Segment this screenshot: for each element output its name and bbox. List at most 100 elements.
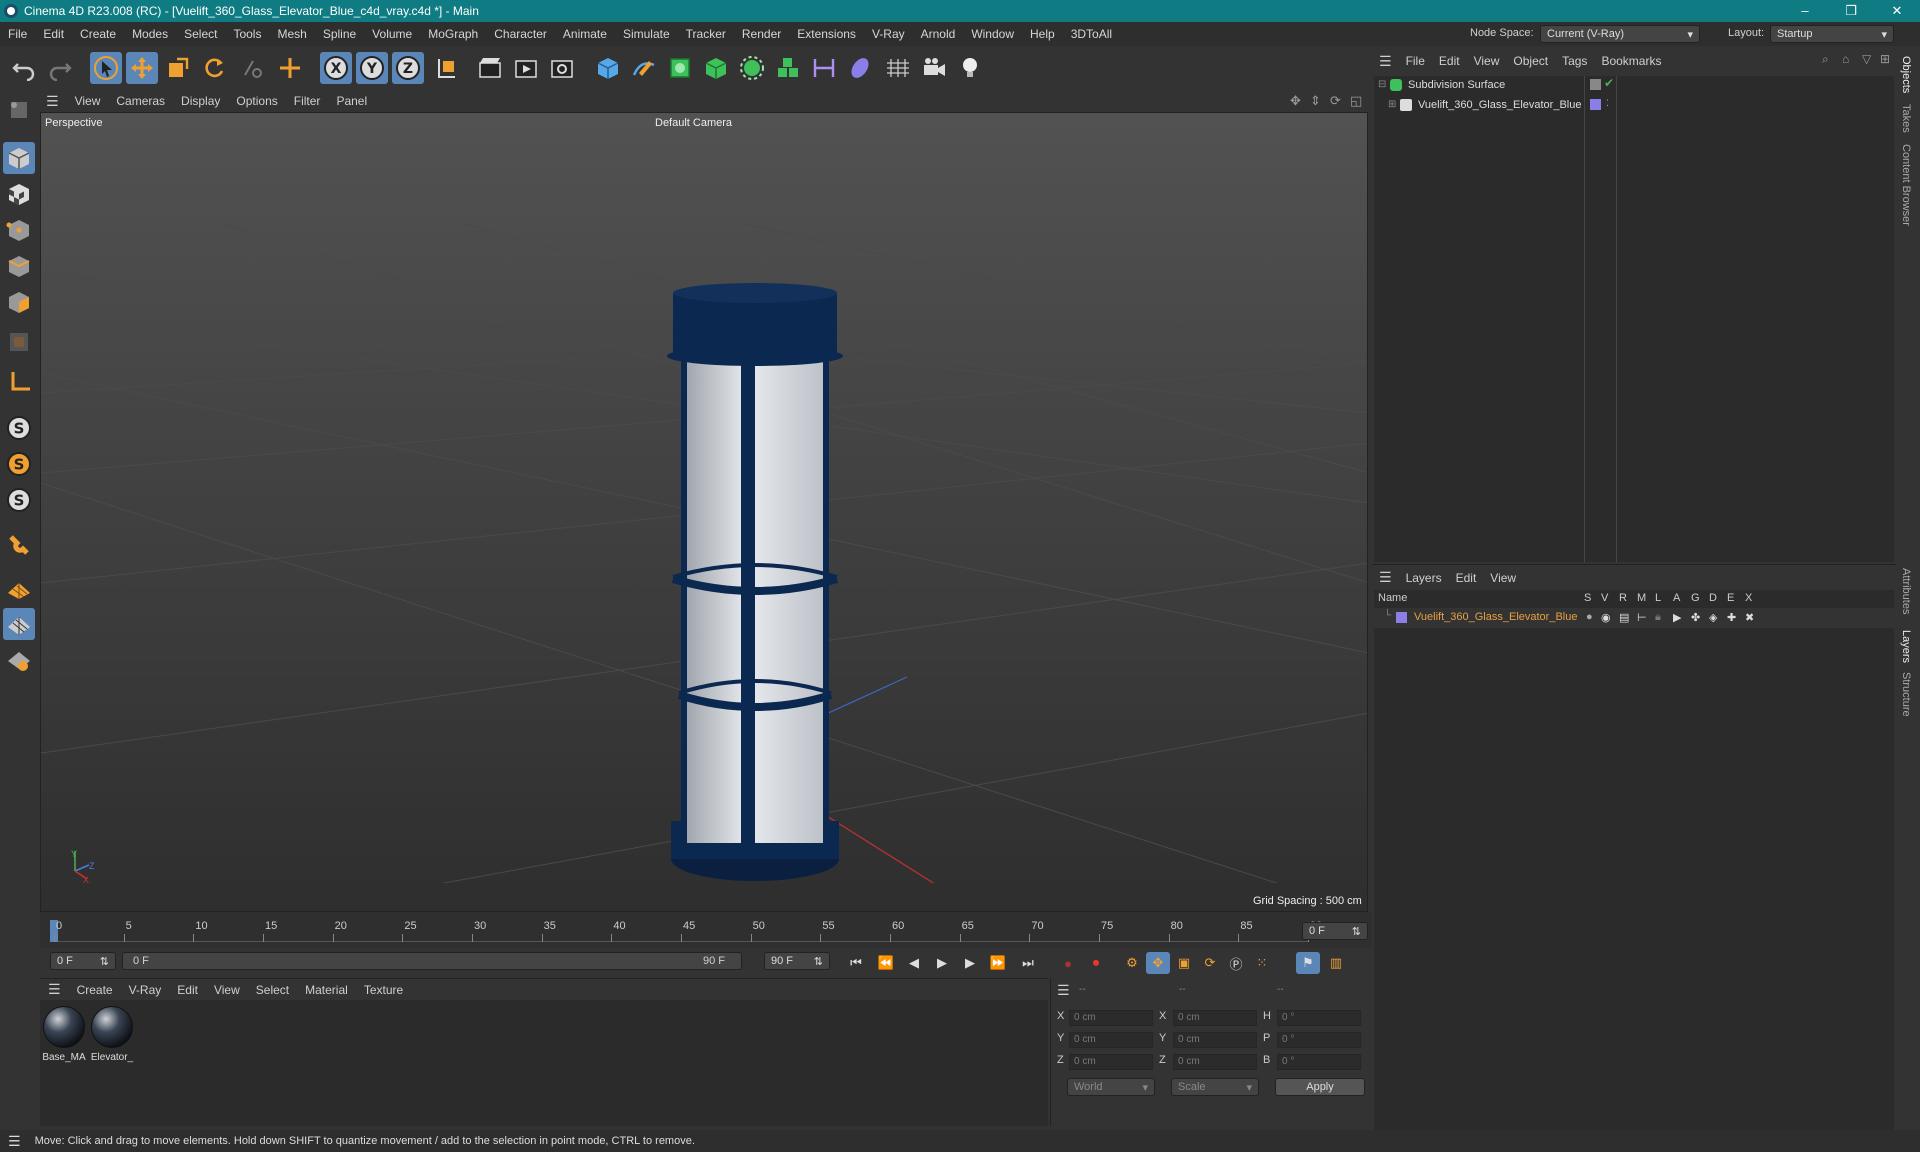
toggle-layout-icon[interactable]: ◱ bbox=[1350, 93, 1362, 109]
undo-button[interactable] bbox=[8, 52, 40, 84]
start-frame-field[interactable]: 0 F ⇅ bbox=[50, 952, 116, 970]
position-y-field[interactable]: 0 cm bbox=[1069, 1032, 1153, 1048]
home-icon[interactable]: ⌂ bbox=[1842, 52, 1849, 66]
viewport-menu-display[interactable]: Display bbox=[173, 94, 228, 108]
coord-mode-dropdown[interactable]: World ▾ bbox=[1067, 1078, 1155, 1096]
search-icon[interactable]: ⌕ bbox=[1822, 52, 1829, 67]
cloner-button[interactable] bbox=[736, 52, 768, 84]
menu-window[interactable]: Window bbox=[963, 27, 1022, 41]
layer-menu-view[interactable]: View bbox=[1483, 571, 1523, 585]
menu-character[interactable]: Character bbox=[486, 27, 555, 41]
menu-tools[interactable]: Tools bbox=[225, 27, 269, 41]
end-frame-field[interactable]: 90 F ⇅ bbox=[764, 952, 830, 970]
size-x-field[interactable]: 0 cm bbox=[1173, 1010, 1257, 1026]
floor-button[interactable] bbox=[882, 52, 914, 84]
points-mode-button[interactable] bbox=[3, 214, 35, 246]
model-mode-button[interactable] bbox=[3, 142, 35, 174]
expand-icon[interactable]: ⊞ bbox=[1388, 99, 1396, 110]
subdivision-surface-button[interactable] bbox=[664, 52, 696, 84]
timeline-window-button[interactable]: ⚑ bbox=[1296, 952, 1320, 974]
menu-select[interactable]: Select bbox=[176, 27, 225, 41]
manager-tree-icon[interactable]: ⊢ bbox=[1637, 611, 1647, 624]
rotation-b-field[interactable]: 0 ° bbox=[1277, 1054, 1361, 1070]
generator-icon[interactable]: ✤ bbox=[1691, 611, 1700, 624]
size-y-field[interactable]: 0 cm bbox=[1173, 1032, 1257, 1048]
key-pla-button[interactable]: ⁙ bbox=[1250, 952, 1274, 974]
live-selection-button[interactable] bbox=[90, 52, 122, 84]
menu-arnold[interactable]: Arnold bbox=[913, 27, 964, 41]
material-menu-vray[interactable]: V-Ray bbox=[121, 983, 170, 997]
extrude-button[interactable] bbox=[700, 52, 732, 84]
size-z-field[interactable]: 0 cm bbox=[1173, 1054, 1257, 1070]
position-x-field[interactable]: 0 cm bbox=[1069, 1010, 1153, 1026]
mograph-button[interactable] bbox=[772, 52, 804, 84]
render-view-button[interactable] bbox=[474, 52, 506, 84]
make-editable-button[interactable] bbox=[3, 94, 35, 126]
apply-button[interactable]: Apply bbox=[1275, 1078, 1365, 1096]
position-z-field[interactable]: 0 cm bbox=[1069, 1054, 1153, 1070]
3d-viewport[interactable]: Perspective Default Camera Grid Spacing … bbox=[40, 112, 1368, 912]
scale-tool-button[interactable] bbox=[162, 52, 194, 84]
material-menu-material[interactable]: Material bbox=[297, 983, 356, 997]
axis-mode-button[interactable] bbox=[3, 366, 35, 398]
frame-range-slider[interactable]: 0 F 90 F bbox=[122, 952, 742, 970]
key-position-button[interactable]: ✥ bbox=[1146, 952, 1170, 974]
view-eye-icon[interactable]: ◉ bbox=[1601, 611, 1611, 624]
material-swatch[interactable]: Elevator_ bbox=[90, 1006, 134, 1063]
key-scale-button[interactable]: ▣ bbox=[1172, 952, 1196, 974]
play-button[interactable]: ▶ bbox=[930, 952, 954, 974]
rotate-tool-button[interactable] bbox=[198, 52, 230, 84]
menu-3dtoall[interactable]: 3DToAll bbox=[1063, 27, 1120, 41]
object-menu-file[interactable]: File bbox=[1399, 54, 1432, 68]
record-keys-button[interactable]: ● bbox=[1056, 952, 1080, 974]
material-menu-select[interactable]: Select bbox=[248, 983, 297, 997]
timeline-ruler[interactable]: 051015202530354045505560657075808590 0 F… bbox=[40, 912, 1372, 952]
object-menu-edit[interactable]: Edit bbox=[1432, 54, 1467, 68]
cube-primitive-button[interactable] bbox=[592, 52, 624, 84]
viewport-menu-panel[interactable]: Panel bbox=[328, 94, 375, 108]
filter-icon[interactable]: ▽ bbox=[1862, 52, 1871, 66]
tab-structure[interactable]: Structure bbox=[1900, 672, 1912, 717]
collapse-icon[interactable]: ⊟ bbox=[1378, 79, 1386, 90]
menu-vray[interactable]: V-Ray bbox=[864, 27, 913, 41]
material-menu-texture[interactable]: Texture bbox=[356, 983, 411, 997]
snap-button[interactable]: S bbox=[3, 412, 35, 444]
object-menu-view[interactable]: View bbox=[1467, 54, 1507, 68]
menu-animate[interactable]: Animate bbox=[555, 27, 615, 41]
tab-attributes[interactable]: Attributes bbox=[1900, 568, 1912, 614]
node-space-dropdown[interactable]: Current (V-Ray) ▾ bbox=[1540, 25, 1700, 43]
tab-takes[interactable]: Takes bbox=[1900, 104, 1912, 133]
render-settings-button[interactable] bbox=[546, 52, 578, 84]
camera-name[interactable]: Default Camera bbox=[655, 117, 732, 129]
object-row[interactable]: ⊟ Subdivision Surface ✔ bbox=[1374, 76, 1894, 562]
xref-icon[interactable]: ✖ bbox=[1745, 611, 1754, 624]
orbit-view-icon[interactable]: ⟳ bbox=[1330, 93, 1341, 109]
hamburger-icon[interactable]: ☰ bbox=[38, 93, 67, 110]
layer-color-swatch[interactable] bbox=[1590, 99, 1601, 110]
auto-keying-button[interactable]: ⏺ bbox=[1084, 952, 1108, 974]
move-tool-button[interactable] bbox=[126, 52, 158, 84]
tab-objects[interactable]: Objects bbox=[1900, 56, 1912, 93]
tab-layers[interactable]: Layers bbox=[1900, 630, 1912, 663]
workplane-button[interactable] bbox=[3, 572, 35, 604]
expression-icon[interactable]: ✚ bbox=[1727, 611, 1736, 624]
visibility-toggle-icon[interactable] bbox=[1590, 79, 1601, 90]
recent-tool-button[interactable] bbox=[236, 52, 268, 84]
deformer-icon[interactable]: ◈ bbox=[1709, 611, 1717, 624]
magnet-tool-button[interactable] bbox=[3, 528, 35, 560]
hamburger-icon[interactable]: ☰ bbox=[1372, 53, 1399, 70]
menu-create[interactable]: Create bbox=[72, 27, 124, 41]
rotation-p-field[interactable]: 0 ° bbox=[1277, 1032, 1361, 1048]
menu-file[interactable]: File bbox=[0, 27, 35, 41]
viewport-menu-filter[interactable]: Filter bbox=[286, 94, 329, 108]
y-axis-lock-button[interactable]: Y bbox=[356, 52, 388, 84]
render-clapboard-icon[interactable]: ▤ bbox=[1619, 611, 1629, 624]
z-axis-lock-button[interactable]: Z bbox=[392, 52, 424, 84]
keyframe-selection-button[interactable]: ⚙ bbox=[1120, 952, 1144, 974]
menu-spline[interactable]: Spline bbox=[315, 27, 364, 41]
next-key-button[interactable]: ⏩ bbox=[986, 952, 1010, 974]
visibility-dots-icon[interactable]: ⁚ bbox=[1606, 98, 1609, 109]
menu-mesh[interactable]: Mesh bbox=[269, 27, 314, 41]
current-frame-field[interactable]: 0 F ⇅ bbox=[1302, 922, 1368, 940]
render-picture-viewer-button[interactable] bbox=[510, 52, 542, 84]
